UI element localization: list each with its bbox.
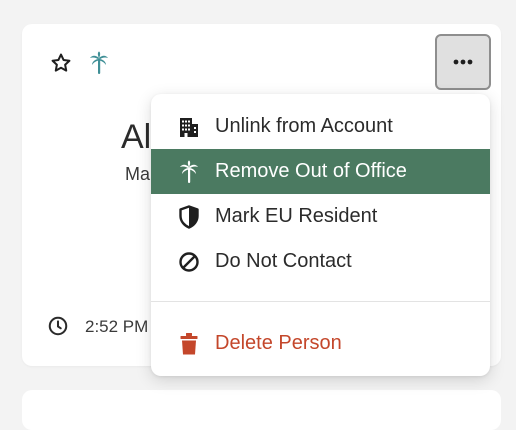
more-options-button[interactable] <box>435 34 491 90</box>
menu-item-mark-eu-resident[interactable]: Mark EU Resident <box>151 194 490 239</box>
clock-icon <box>48 316 68 336</box>
menu-item-label: Delete Person <box>215 332 342 354</box>
ellipsis-icon <box>453 59 473 65</box>
favorite-star-icon[interactable] <box>49 51 73 75</box>
palm-tree-icon <box>87 51 111 75</box>
person-actions-menu: Unlink from Account Remove Out of Office… <box>151 94 490 376</box>
menu-item-do-not-contact[interactable]: Do Not Contact <box>151 239 490 284</box>
menu-item-label: Do Not Contact <box>215 250 352 272</box>
shield-icon <box>177 204 201 229</box>
menu-item-label: Unlink from Account <box>215 115 393 137</box>
trash-icon <box>177 332 201 356</box>
menu-item-label: Mark EU Resident <box>215 205 378 227</box>
prohibited-icon <box>177 250 201 274</box>
palm-tree-icon <box>177 160 201 184</box>
menu-item-unlink-account[interactable]: Unlink from Account <box>151 104 490 149</box>
next-person-card <box>22 390 501 430</box>
menu-item-delete-person[interactable]: Delete Person <box>151 321 490 366</box>
local-time: 2:52 PM <box>85 317 149 336</box>
menu-item-remove-out-of-office[interactable]: Remove Out of Office <box>151 149 490 194</box>
menu-item-label: Remove Out of Office <box>215 160 407 182</box>
building-icon <box>177 115 201 139</box>
menu-divider <box>151 301 490 302</box>
